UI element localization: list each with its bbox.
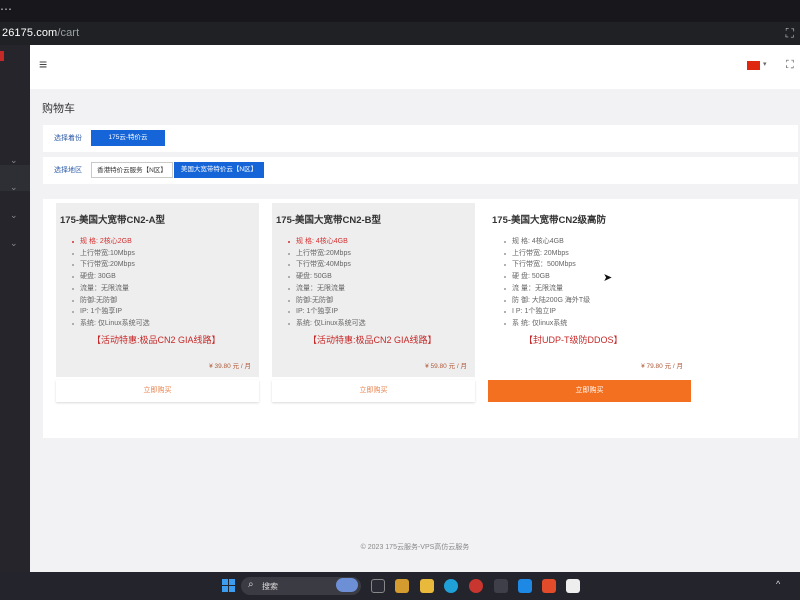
main-content: ≡ ▾ ⛶ 购物车 选择着份 175云-特价云 选择地区 香港特价云服务【N区】… [30, 45, 800, 572]
footer-copyright: © 2023 175云服务-VPS高仿云服务 [360, 544, 470, 551]
spec-item: 硬盘: 30GB [72, 271, 150, 283]
window-menu-icon[interactable]: ⋯ [0, 2, 12, 16]
caret-down-icon[interactable]: ▾ [763, 60, 767, 68]
product-title: 175-美国大宽带CN2-B型 [276, 215, 382, 226]
vscode-icon[interactable] [518, 579, 532, 593]
chevron-down-icon[interactable]: ⌄ [10, 155, 18, 166]
spec-item: 下行带宽：500Mbps [503, 259, 590, 271]
notepad-icon[interactable] [566, 579, 580, 593]
spec-item: 上行带宽: 20Mbps [503, 248, 590, 260]
top-bar: ≡ ▾ ⛶ [30, 45, 800, 89]
buy-now-button[interactable]: 立即购买 [272, 380, 475, 402]
region-filter-row: 选择地区 香港特价云服务【N区】 美国大宽带特价云【N区】 [43, 157, 798, 184]
group-filter-label: 选择着份 [54, 135, 82, 142]
spec-item: 系统: 仅Linux系统可选 [288, 318, 366, 330]
group-option-tab[interactable]: 175云-特价云 [91, 130, 165, 146]
spec-item: 流量：无限流量 [288, 283, 366, 295]
spec-item: 防御:无防御 [288, 295, 366, 307]
address-bar[interactable]: 26175.com/cart ⛶ [0, 22, 800, 45]
left-sidebar: ⌄ ⌄ ⌄ ⌄ [0, 45, 30, 572]
address-url[interactable]: 26175.com/cart [2, 27, 79, 39]
url-host: 26175.com [2, 27, 58, 39]
product-title: 175-美国大宽带CN2级高防 [492, 215, 607, 226]
spec-item: 上行带宽:20Mbps [288, 248, 366, 260]
spec-item: 规 格: 4核心4GB [503, 236, 590, 248]
spec-list: 规 格: 2核心2GB 上行带宽:10Mbps 下行带宽:20Mbps 硬盘: … [72, 236, 150, 330]
logo-mark [0, 51, 4, 61]
promo-text: 【封UDP-T级防DDOS】 [524, 335, 623, 345]
product-card-featured: 175-美国大宽带CN2级高防 规 格: 4核心4GB 上行带宽: 20Mbps… [488, 203, 691, 377]
spec-item: 流 量：无限流量 [503, 283, 590, 295]
file-explorer-icon[interactable] [420, 579, 434, 593]
task-view-icon[interactable] [371, 579, 385, 593]
url-path: /cart [57, 27, 80, 39]
windows-start-icon[interactable] [222, 579, 236, 593]
edge-browser-icon[interactable] [444, 579, 458, 593]
buy-now-button[interactable]: 立即购买 [488, 380, 691, 402]
region-option-us[interactable]: 美国大宽带特价云【N区】 [174, 162, 264, 178]
taskbar-search-text: 搜索 [262, 582, 278, 591]
browser-title-strip: ⋯ [0, 0, 800, 22]
search-icon: ⌕ [248, 579, 254, 590]
spec-item: 防 御: 大陆200G 海外T级 [503, 295, 590, 307]
spec-item: 下行带宽:40Mbps [288, 259, 366, 271]
product-card: 175-美国大宽带CN2-B型 规 格: 4核心4GB 上行带宽:20Mbps … [272, 203, 475, 377]
spec-list: 规 格: 4核心4GB 上行带宽: 20Mbps 下行带宽：500Mbps 硬 … [503, 236, 590, 330]
buy-now-button[interactable]: 立即购买 [56, 380, 259, 402]
extension-icon[interactable]: ⛶ [786, 26, 794, 41]
promo-text: 【活动特惠:极品CN2 GIA线路】 [92, 335, 221, 345]
spec-item: 上行带宽:10Mbps [72, 248, 150, 260]
search-highlight-icon[interactable] [336, 578, 358, 592]
page-title: 购物车 [42, 103, 75, 115]
region-option-hk[interactable]: 香港特价云服务【N区】 [91, 162, 173, 178]
spec-item: 防御:无防御 [72, 295, 150, 307]
product-list: 175-美国大宽带CN2-A型 规 格: 2核心2GB 上行带宽:10Mbps … [43, 199, 798, 438]
chevron-down-icon[interactable]: ⌄ [10, 238, 18, 249]
price-label: ¥ 59.80 元 / 月 [425, 363, 467, 370]
spec-item: 硬 盘: 50GB [503, 271, 590, 283]
chevron-down-icon[interactable]: ⌄ [10, 182, 18, 193]
app-icon[interactable] [542, 579, 556, 593]
spec-item: I P: 1个独立IP [503, 306, 590, 318]
spec-item: 硬盘: 50GB [288, 271, 366, 283]
region-filter-label: 选择地区 [54, 167, 82, 174]
spec-item: 流量：无限流量 [72, 283, 150, 295]
promo-text: 【活动特惠:极品CN2 GIA线路】 [308, 335, 437, 345]
price-label: ¥ 39.80 元 / 月 [209, 363, 251, 370]
spec-item: 下行带宽:20Mbps [72, 259, 150, 271]
spec-list: 规 格: 4核心4GB 上行带宽:20Mbps 下行带宽:40Mbps 硬盘: … [288, 236, 366, 330]
fullscreen-icon[interactable]: ⛶ [786, 59, 794, 72]
spec-item: 规 格: 2核心2GB [72, 236, 150, 248]
hamburger-icon[interactable]: ≡ [39, 56, 47, 72]
spec-item: IP: 1个独享IP [72, 306, 150, 318]
terminal-icon[interactable] [494, 579, 508, 593]
mouse-cursor-icon: ➤ [603, 272, 613, 284]
chevron-down-icon[interactable]: ⌄ [10, 210, 18, 221]
spec-item: 规 格: 4核心4GB [288, 236, 366, 248]
spec-item: 系统: 仅Linux系统可选 [72, 318, 150, 330]
windows-taskbar: ⌕ 搜索 ^ [0, 572, 800, 600]
opera-browser-icon[interactable] [469, 579, 483, 593]
product-title: 175-美国大宽带CN2-A型 [60, 215, 166, 226]
tray-expand-icon[interactable]: ^ [776, 579, 780, 589]
product-card: 175-美国大宽带CN2-A型 规 格: 2核心2GB 上行带宽:10Mbps … [56, 203, 259, 377]
price-label: ¥ 79.80 元 / 月 [641, 363, 683, 370]
group-filter-row: 选择着份 175云-特价云 [43, 125, 798, 152]
china-flag-icon[interactable] [747, 61, 760, 70]
spec-item: 系 统: 仅linux系统 [503, 318, 590, 330]
store-icon[interactable] [395, 579, 409, 593]
spec-item: IP: 1个独享IP [288, 306, 366, 318]
